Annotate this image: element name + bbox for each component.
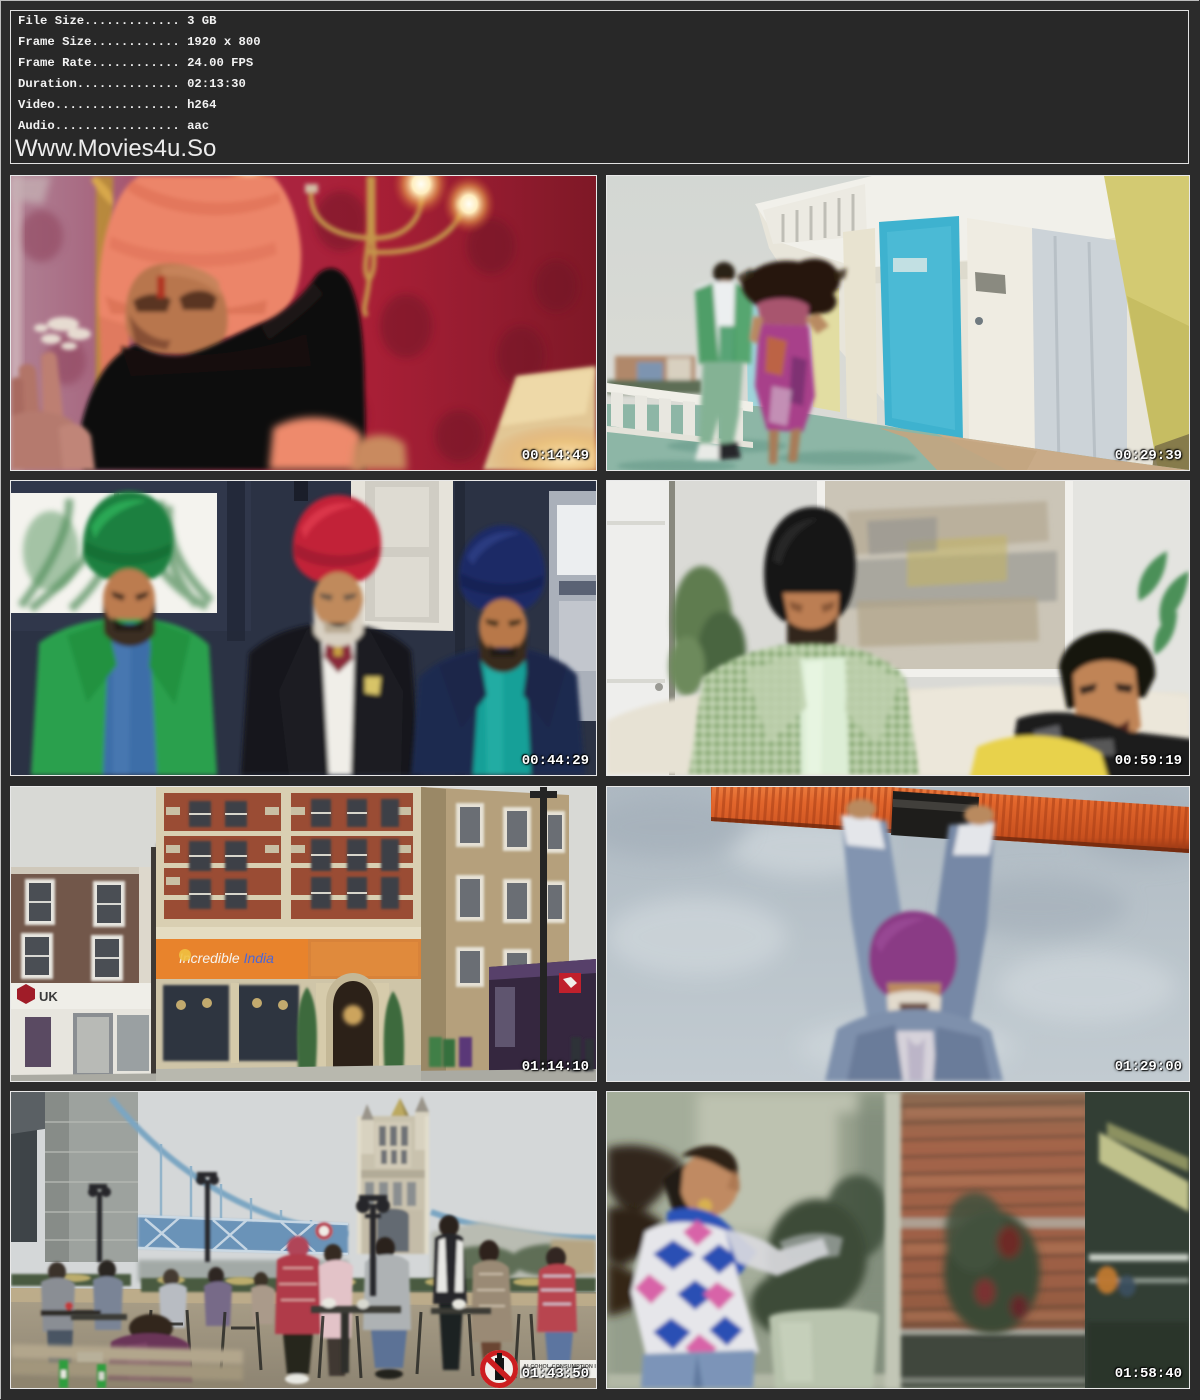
svg-text:UK: UK (39, 989, 58, 1004)
svg-text:Incredible India: Incredible India (179, 950, 274, 966)
